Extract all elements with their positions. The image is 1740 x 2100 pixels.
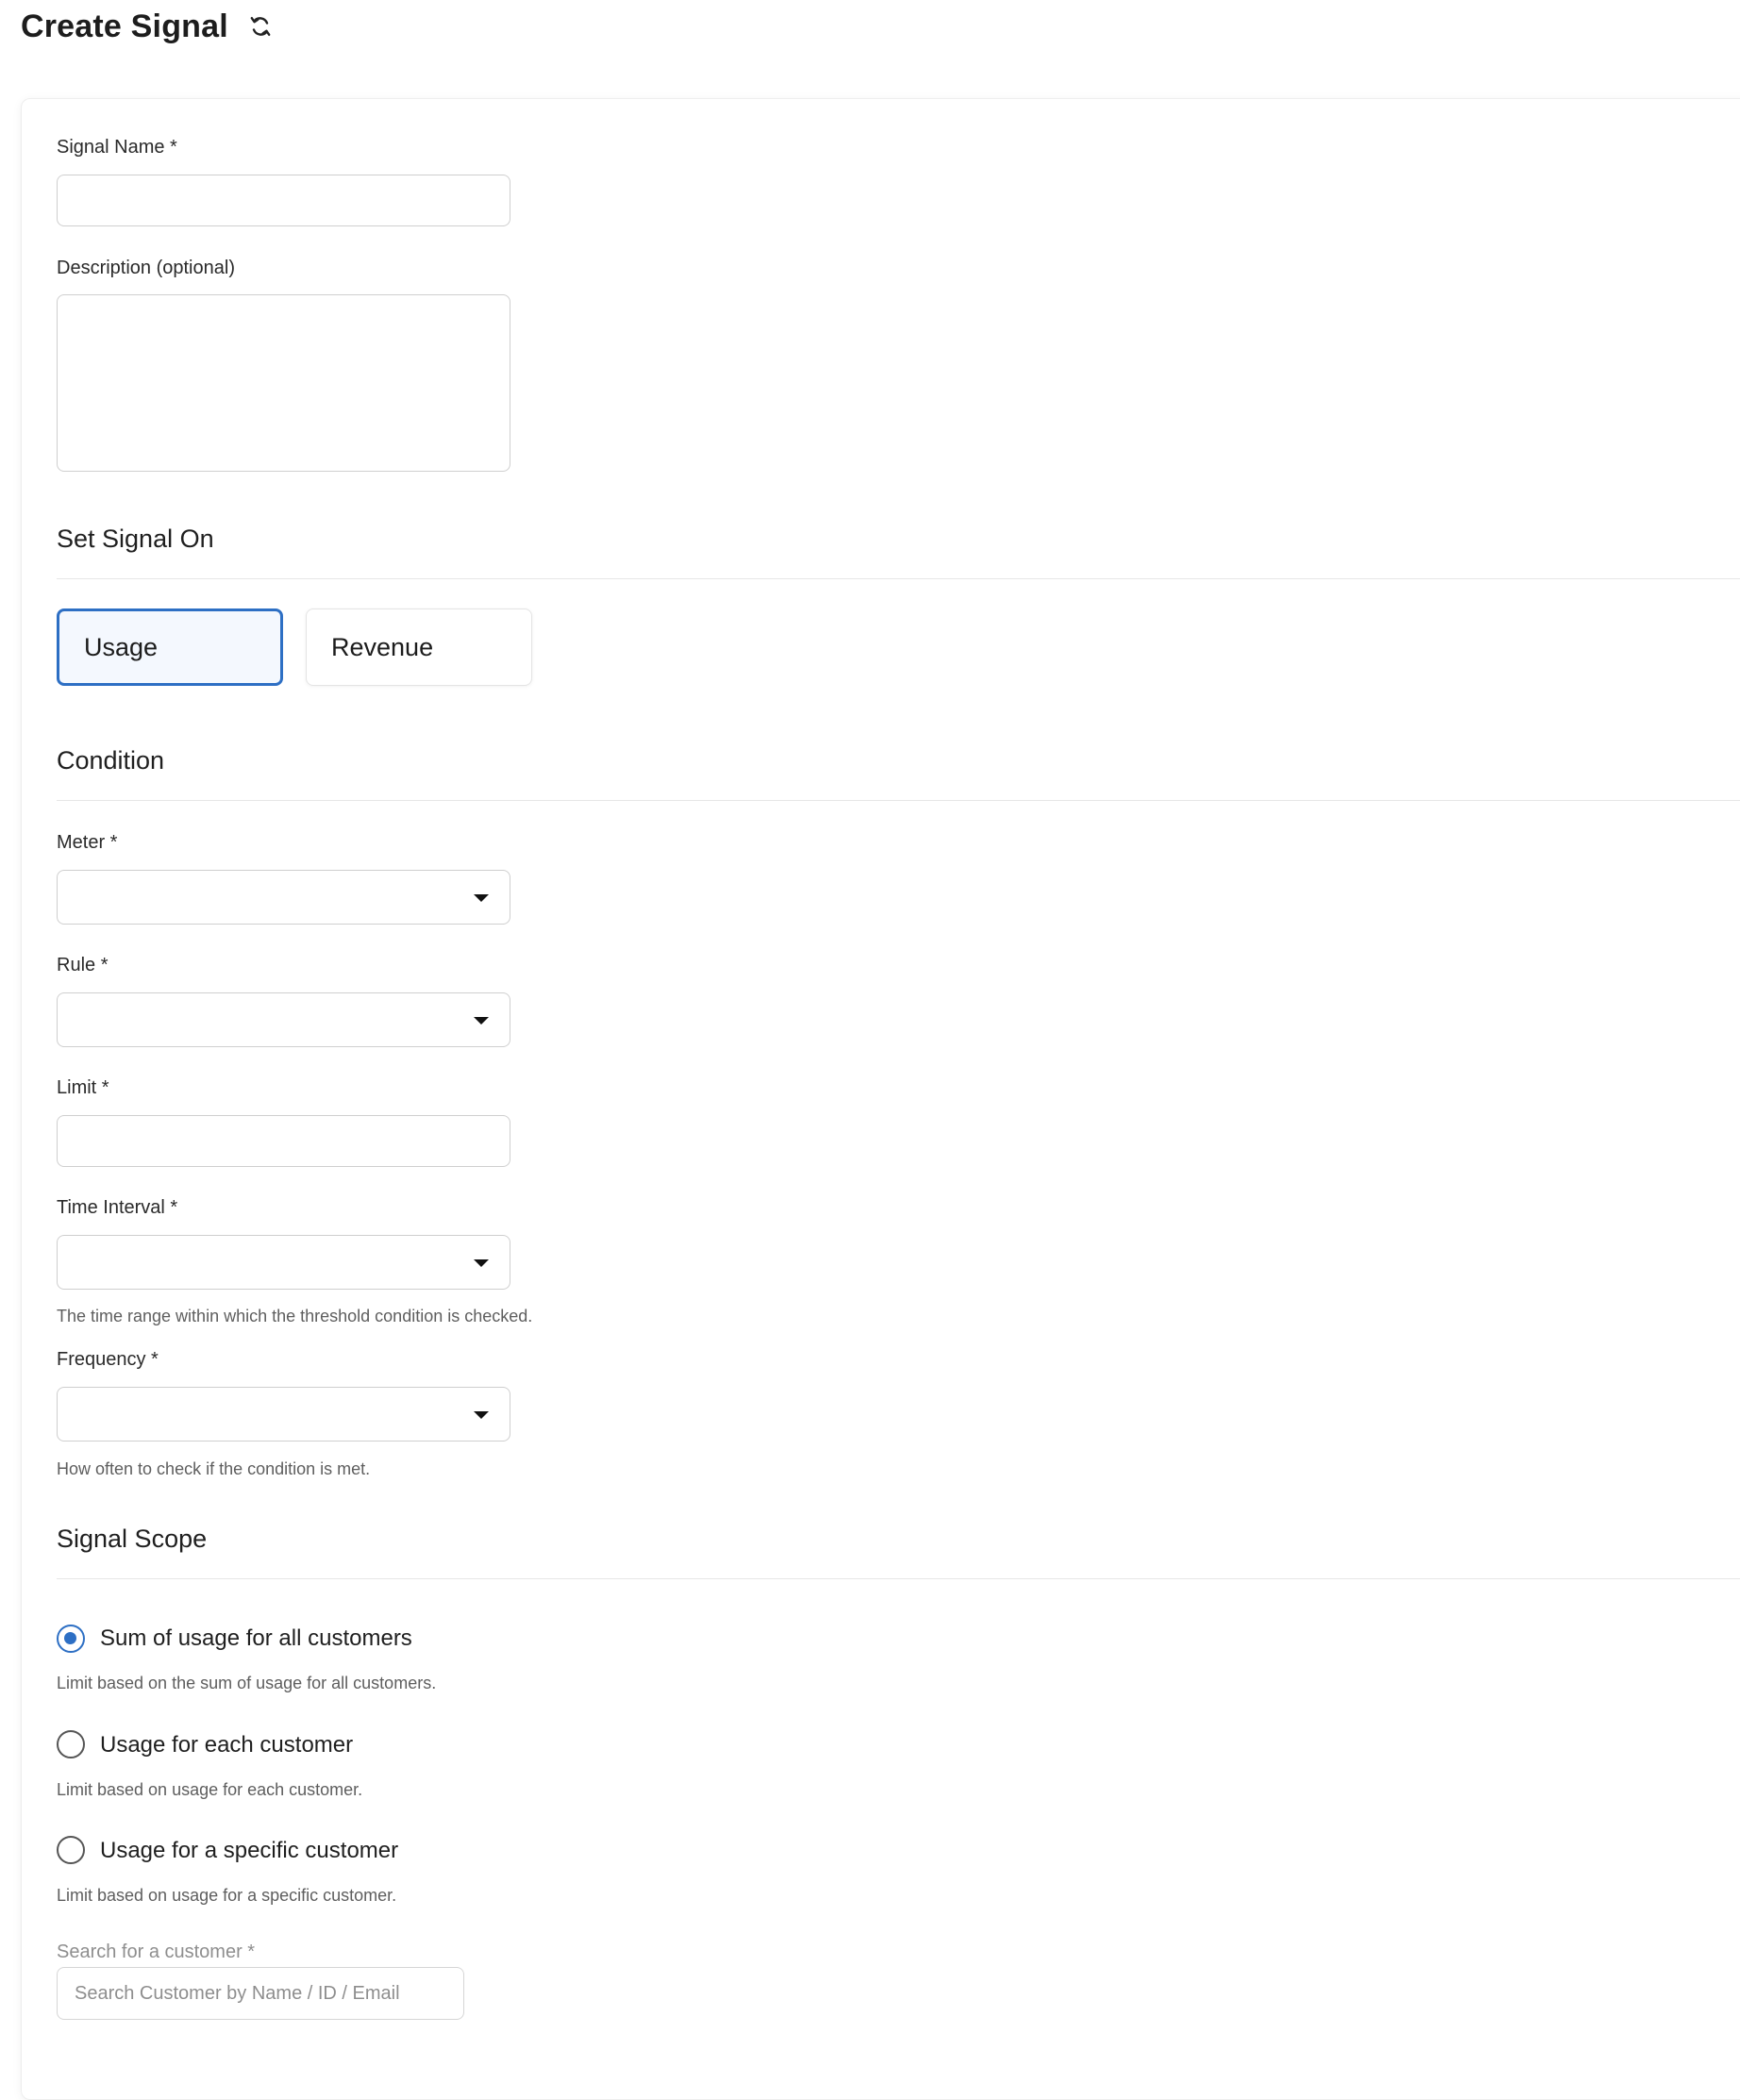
scope-each-customer-radio[interactable] [57, 1730, 85, 1758]
page-header: Create Signal [21, 0, 274, 53]
meter-select[interactable] [57, 870, 510, 925]
limit-input[interactable] [57, 1115, 510, 1167]
frequency-label: Frequency * [57, 1349, 159, 1370]
condition-heading: Condition [57, 746, 165, 775]
description-textarea[interactable] [57, 294, 510, 472]
rule-label: Rule * [57, 955, 109, 975]
description-label: Description (optional) [57, 258, 235, 278]
caret-down-icon [474, 1411, 489, 1419]
time-interval-helper-text: The time range within which the threshol… [57, 1307, 533, 1325]
scope-all-customers-helper: Limit based on the sum of usage for all … [57, 1674, 437, 1692]
frequency-select[interactable] [57, 1387, 510, 1442]
signal-type-usage-option[interactable]: Usage [57, 608, 283, 686]
scope-each-customer-label[interactable]: Usage for each customer [100, 1732, 353, 1758]
create-signal-form-card: Signal Name * Description (optional) Set… [21, 98, 1740, 2100]
time-interval-select[interactable] [57, 1235, 510, 1290]
section-divider [57, 1578, 1740, 1579]
limit-label: Limit * [57, 1077, 109, 1098]
scope-each-customer-helper: Limit based on usage for each customer. [57, 1780, 363, 1799]
signal-type-revenue-option[interactable]: Revenue [306, 608, 532, 686]
caret-down-icon [474, 1259, 489, 1267]
signal-type-usage-label: Usage [84, 632, 159, 661]
signal-scope-heading: Signal Scope [57, 1525, 208, 1553]
page-title: Create Signal [21, 8, 228, 44]
scope-specific-customer-label[interactable]: Usage for a specific customer [100, 1838, 398, 1864]
scope-all-customers-label[interactable]: Sum of usage for all customers [100, 1625, 412, 1652]
frequency-helper-text: How often to check if the condition is m… [57, 1459, 371, 1478]
signal-name-input[interactable] [57, 175, 510, 226]
section-divider [57, 578, 1740, 579]
section-divider [57, 800, 1740, 801]
scope-specific-customer-helper: Limit based on usage for a specific cust… [57, 1886, 397, 1905]
refresh-icon[interactable] [247, 13, 274, 40]
scope-specific-customer-radio[interactable] [57, 1836, 85, 1864]
set-signal-on-heading: Set Signal On [57, 525, 214, 553]
customer-search-input[interactable] [57, 1967, 464, 2020]
rule-select[interactable] [57, 992, 510, 1047]
caret-down-icon [474, 894, 489, 902]
caret-down-icon [474, 1017, 489, 1025]
signal-name-label: Signal Name * [57, 137, 177, 158]
time-interval-label: Time Interval * [57, 1197, 178, 1218]
meter-label: Meter * [57, 832, 118, 853]
signal-type-revenue-label: Revenue [331, 632, 434, 661]
scope-all-customers-radio[interactable] [57, 1625, 85, 1653]
customer-search-label: Search for a customer * [57, 1942, 256, 1962]
